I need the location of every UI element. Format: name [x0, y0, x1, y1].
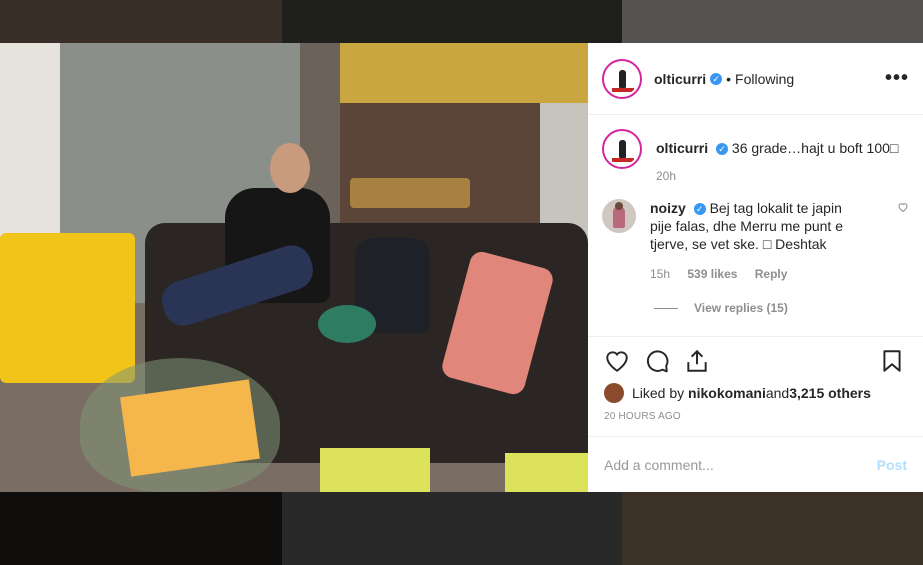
- more-options-icon[interactable]: •••: [885, 67, 909, 90]
- comment-input[interactable]: Add a comment...: [604, 457, 714, 473]
- reply-button[interactable]: Reply: [755, 267, 788, 281]
- comment-text: tjerve, se vet ske.: [650, 236, 763, 252]
- liked-by-prefix: Liked by: [632, 385, 685, 401]
- post-header: olticurri ✓ • Following •••: [588, 43, 923, 115]
- comment-item: noizy ✓ Bej tag lokalit te japin pije fa…: [602, 199, 909, 283]
- background-tile: [282, 492, 622, 565]
- avatar[interactable]: [602, 199, 636, 233]
- avatar[interactable]: [604, 383, 624, 403]
- verified-badge-icon: ✓: [716, 143, 729, 156]
- following-button[interactable]: Following: [735, 71, 794, 87]
- caption-time[interactable]: 20h: [656, 167, 898, 185]
- share-icon[interactable]: [684, 348, 712, 376]
- caption-row: olticurri ✓ 36 grade…hajt u boft 100□ 20…: [602, 129, 909, 185]
- background-tile: [622, 492, 923, 565]
- comment-username[interactable]: noizy: [650, 200, 686, 216]
- comment-likes[interactable]: 539 likes: [687, 267, 737, 281]
- verified-badge-icon: ✓: [693, 203, 706, 216]
- comment-text: Bej tag lokalit te japin: [709, 200, 842, 216]
- post-photo[interactable]: [0, 43, 588, 492]
- post-timestamp[interactable]: 20 HOURS AGO: [604, 411, 907, 422]
- background-tile: [282, 0, 622, 43]
- avatar[interactable]: [602, 58, 642, 99]
- background-tile: [0, 492, 282, 565]
- post-modal: olticurri ✓ • Following ••• olticurri ✓ …: [0, 43, 923, 492]
- caption-text: 36 grade…hajt u boft 100: [731, 140, 890, 156]
- comments-section: olticurri ✓ 36 grade…hajt u boft 100□ 20…: [588, 115, 923, 337]
- emoji-glyph: □: [889, 140, 899, 156]
- post-side-panel: olticurri ✓ • Following ••• olticurri ✓ …: [588, 43, 923, 492]
- comment-text: Deshtak: [771, 236, 827, 252]
- caption-username[interactable]: olticurri: [656, 140, 708, 156]
- comment-meta: 15h 539 likes Reply: [650, 265, 843, 283]
- green-cap: [318, 305, 376, 343]
- verified-badge-icon: ✓: [710, 72, 723, 85]
- yellow-cushion: [505, 453, 588, 492]
- comment-time[interactable]: 15h: [650, 267, 670, 281]
- liked-by-user[interactable]: nikokomani: [688, 385, 766, 401]
- separator: •: [726, 70, 732, 87]
- side-table: [350, 178, 470, 208]
- comment-bubble-icon[interactable]: [644, 348, 672, 376]
- comment-like-heart-icon[interactable]: [897, 201, 909, 213]
- bookmark-icon[interactable]: [879, 348, 907, 376]
- person-head: [270, 143, 310, 193]
- comment-text: pije falas, dhe Merru me punt e: [650, 218, 843, 234]
- post-button[interactable]: Post: [877, 457, 907, 473]
- yellow-chair: [0, 233, 135, 383]
- liked-by-and: and: [765, 385, 790, 401]
- avatar[interactable]: [602, 129, 642, 169]
- like-heart-icon[interactable]: [604, 348, 632, 376]
- yellow-cushion: [320, 448, 430, 492]
- likes-count[interactable]: 3,215 others: [789, 385, 871, 401]
- view-replies-button[interactable]: View replies (15): [654, 301, 909, 315]
- author-username[interactable]: olticurri: [654, 71, 706, 87]
- background-tile: [0, 0, 282, 43]
- liked-by: Liked by nikokomani and 3,215 others: [604, 383, 907, 403]
- background-tile: [622, 0, 923, 43]
- add-comment-bar: Add a comment... Post: [588, 436, 923, 492]
- post-actions: Liked by nikokomani and 3,215 others 20 …: [588, 337, 923, 422]
